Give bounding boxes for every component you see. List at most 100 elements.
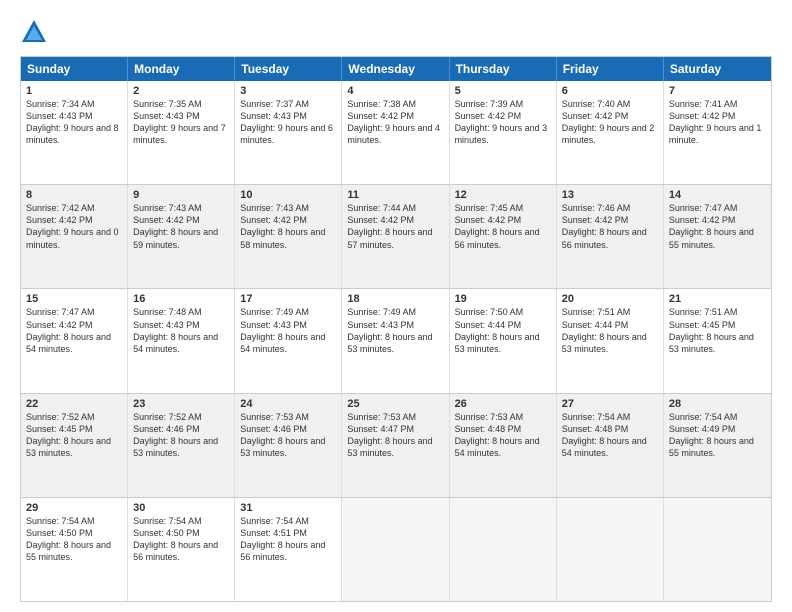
day-number: 22 (26, 398, 122, 410)
day-number: 26 (455, 398, 551, 410)
header (20, 18, 772, 46)
calendar-cell: 9 Sunrise: 7:43 AMSunset: 4:42 PMDaylight… (128, 185, 235, 288)
calendar-cell: 31 Sunrise: 7:54 AMSunset: 4:51 PMDayligh… (235, 498, 342, 601)
calendar-week-2: 8 Sunrise: 7:42 AMSunset: 4:42 PMDaylight… (21, 184, 771, 288)
cell-info: Sunrise: 7:47 AMSunset: 4:42 PMDaylight:… (26, 307, 111, 353)
day-number: 15 (26, 293, 122, 305)
cell-info: Sunrise: 7:54 AMSunset: 4:50 PMDaylight:… (26, 516, 111, 562)
cell-info: Sunrise: 7:39 AMSunset: 4:42 PMDaylight:… (455, 99, 548, 145)
day-number: 20 (562, 293, 658, 305)
calendar-cell: 6Sunrise: 7:40 AMSunset: 4:42 PMDaylight… (557, 81, 664, 184)
cell-info: Sunrise: 7:54 AMSunset: 4:48 PMDaylight:… (562, 412, 647, 458)
calendar-cell: 7 Sunrise: 7:41 AMSunset: 4:42 PMDaylight… (664, 81, 771, 184)
page: SundayMondayTuesdayWednesdayThursdayFrid… (0, 0, 792, 612)
cell-info: Sunrise: 7:37 AMSunset: 4:43 PMDaylight:… (240, 99, 333, 145)
calendar-cell: 13 Sunrise: 7:46 AMSunset: 4:42 PMDayligh… (557, 185, 664, 288)
calendar-cell: 27 Sunrise: 7:54 AMSunset: 4:48 PMDayligh… (557, 394, 664, 497)
day-number: 7 (669, 85, 766, 97)
calendar-cell (450, 498, 557, 601)
calendar-cell (342, 498, 449, 601)
day-number: 3 (240, 85, 336, 97)
cell-info: Sunrise: 7:49 AMSunset: 4:43 PMDaylight:… (240, 307, 325, 353)
day-number: 28 (669, 398, 766, 410)
day-number: 6 (562, 85, 658, 97)
day-number: 8 (26, 189, 122, 201)
day-number: 4 (347, 85, 443, 97)
day-number: 17 (240, 293, 336, 305)
calendar-cell: 19 Sunrise: 7:50 AMSunset: 4:44 PMDayligh… (450, 289, 557, 392)
cell-info: Sunrise: 7:46 AMSunset: 4:42 PMDaylight:… (562, 203, 647, 249)
calendar-cell: 17 Sunrise: 7:49 AMSunset: 4:43 PMDayligh… (235, 289, 342, 392)
day-number: 9 (133, 189, 229, 201)
calendar-header-tuesday: Tuesday (235, 57, 342, 81)
day-number: 1 (26, 85, 122, 97)
day-number: 11 (347, 189, 443, 201)
cell-info: Sunrise: 7:44 AMSunset: 4:42 PMDaylight:… (347, 203, 432, 249)
calendar-cell: 1 Sunrise: 7:34 AMSunset: 4:43 PMDaylight… (21, 81, 128, 184)
calendar-cell: 5 Sunrise: 7:39 AMSunset: 4:42 PMDaylight… (450, 81, 557, 184)
cell-info: Sunrise: 7:41 AMSunset: 4:42 PMDaylight:… (669, 99, 762, 145)
day-number: 21 (669, 293, 766, 305)
calendar-header-thursday: Thursday (450, 57, 557, 81)
calendar-week-4: 22 Sunrise: 7:52 AMSunset: 4:45 PMDayligh… (21, 393, 771, 497)
day-number: 19 (455, 293, 551, 305)
day-number: 5 (455, 85, 551, 97)
calendar-header-monday: Monday (128, 57, 235, 81)
day-number: 10 (240, 189, 336, 201)
calendar-cell: 26 Sunrise: 7:53 AMSunset: 4:48 PMDayligh… (450, 394, 557, 497)
cell-info: Sunrise: 7:43 AMSunset: 4:42 PMDaylight:… (133, 203, 218, 249)
day-number: 18 (347, 293, 443, 305)
calendar-cell: 29Sunrise: 7:54 AMSunset: 4:50 PMDayligh… (21, 498, 128, 601)
calendar-header-saturday: Saturday (664, 57, 771, 81)
day-number: 24 (240, 398, 336, 410)
calendar-cell: 20 Sunrise: 7:51 AMSunset: 4:44 PMDayligh… (557, 289, 664, 392)
cell-info: Sunrise: 7:42 AMSunset: 4:42 PMDaylight:… (26, 203, 119, 249)
calendar-cell: 21Sunrise: 7:51 AMSunset: 4:45 PMDayligh… (664, 289, 771, 392)
calendar-cell: 8 Sunrise: 7:42 AMSunset: 4:42 PMDaylight… (21, 185, 128, 288)
calendar-cell: 10Sunrise: 7:43 AMSunset: 4:42 PMDayligh… (235, 185, 342, 288)
calendar-cell: 18 Sunrise: 7:49 AMSunset: 4:43 PMDayligh… (342, 289, 449, 392)
calendar-week-3: 15 Sunrise: 7:47 AMSunset: 4:42 PMDayligh… (21, 288, 771, 392)
calendar-cell: 3 Sunrise: 7:37 AMSunset: 4:43 PMDaylight… (235, 81, 342, 184)
calendar-cell: 25Sunrise: 7:53 AMSunset: 4:47 PMDayligh… (342, 394, 449, 497)
day-number: 16 (133, 293, 229, 305)
day-number: 13 (562, 189, 658, 201)
cell-info: Sunrise: 7:54 AMSunset: 4:51 PMDaylight:… (240, 516, 325, 562)
calendar-header: SundayMondayTuesdayWednesdayThursdayFrid… (21, 57, 771, 81)
day-number: 31 (240, 502, 336, 514)
cell-info: Sunrise: 7:48 AMSunset: 4:43 PMDaylight:… (133, 307, 218, 353)
calendar-cell: 2Sunrise: 7:35 AMSunset: 4:43 PMDaylight… (128, 81, 235, 184)
cell-info: Sunrise: 7:51 AMSunset: 4:44 PMDaylight:… (562, 307, 647, 353)
calendar-cell: 28 Sunrise: 7:54 AMSunset: 4:49 PMDayligh… (664, 394, 771, 497)
calendar-cell: 15 Sunrise: 7:47 AMSunset: 4:42 PMDayligh… (21, 289, 128, 392)
cell-info: Sunrise: 7:54 AMSunset: 4:50 PMDaylight:… (133, 516, 218, 562)
calendar-cell: 30Sunrise: 7:54 AMSunset: 4:50 PMDayligh… (128, 498, 235, 601)
cell-info: Sunrise: 7:53 AMSunset: 4:46 PMDaylight:… (240, 412, 325, 458)
cell-info: Sunrise: 7:34 AMSunset: 4:43 PMDaylight:… (26, 99, 119, 145)
day-number: 25 (347, 398, 443, 410)
day-number: 27 (562, 398, 658, 410)
calendar-header-sunday: Sunday (21, 57, 128, 81)
calendar-cell: 11 Sunrise: 7:44 AMSunset: 4:42 PMDayligh… (342, 185, 449, 288)
cell-info: Sunrise: 7:50 AMSunset: 4:44 PMDaylight:… (455, 307, 540, 353)
day-number: 14 (669, 189, 766, 201)
calendar-cell (557, 498, 664, 601)
calendar-cell: 16 Sunrise: 7:48 AMSunset: 4:43 PMDayligh… (128, 289, 235, 392)
cell-info: Sunrise: 7:54 AMSunset: 4:49 PMDaylight:… (669, 412, 754, 458)
logo (20, 18, 52, 46)
day-number: 12 (455, 189, 551, 201)
cell-info: Sunrise: 7:52 AMSunset: 4:45 PMDaylight:… (26, 412, 111, 458)
calendar-header-friday: Friday (557, 57, 664, 81)
cell-info: Sunrise: 7:52 AMSunset: 4:46 PMDaylight:… (133, 412, 218, 458)
cell-info: Sunrise: 7:38 AMSunset: 4:42 PMDaylight:… (347, 99, 440, 145)
calendar-header-wednesday: Wednesday (342, 57, 449, 81)
cell-info: Sunrise: 7:47 AMSunset: 4:42 PMDaylight:… (669, 203, 754, 249)
cell-info: Sunrise: 7:49 AMSunset: 4:43 PMDaylight:… (347, 307, 432, 353)
calendar-body: 1 Sunrise: 7:34 AMSunset: 4:43 PMDaylight… (21, 81, 771, 601)
cell-info: Sunrise: 7:53 AMSunset: 4:48 PMDaylight:… (455, 412, 540, 458)
calendar-cell (664, 498, 771, 601)
calendar-cell: 23Sunrise: 7:52 AMSunset: 4:46 PMDayligh… (128, 394, 235, 497)
cell-info: Sunrise: 7:45 AMSunset: 4:42 PMDaylight:… (455, 203, 540, 249)
calendar-week-1: 1 Sunrise: 7:34 AMSunset: 4:43 PMDaylight… (21, 81, 771, 184)
calendar-cell: 14 Sunrise: 7:47 AMSunset: 4:42 PMDayligh… (664, 185, 771, 288)
